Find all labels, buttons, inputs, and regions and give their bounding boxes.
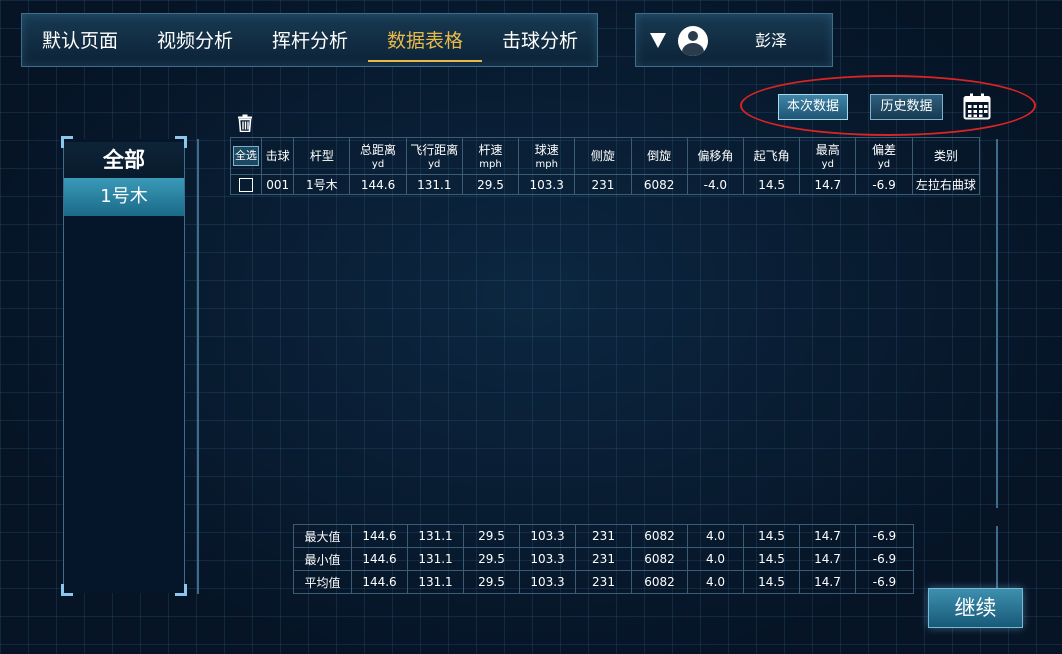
row-select-cell (229, 174, 263, 195)
column-header: 倒旋 (630, 137, 688, 175)
caret-down-icon[interactable] (650, 33, 666, 48)
column-header: 类别 (911, 137, 981, 175)
table-cell: 6082 (631, 570, 688, 594)
table-cell: -6.9 (855, 547, 914, 571)
stats-label: 平均值 (293, 570, 352, 594)
column-header: 偏移角 (686, 137, 744, 175)
table-cell: 4.0 (687, 524, 744, 548)
tab-swing-analysis[interactable]: 挥杆分析 (269, 14, 351, 68)
table-cell: 14.5 (743, 570, 800, 594)
table-cell: 14.7 (799, 547, 856, 571)
table-cell: 131.1 (405, 174, 463, 195)
table-cell: 14.7 (799, 570, 856, 594)
user-avatar-icon (678, 26, 708, 56)
table-cell: 6082 (631, 547, 688, 571)
table-row[interactable]: 001 1号木 144.6 131.1 29.5 103.3 231 6082 … (229, 174, 981, 195)
stats-table: 最大值 144.6 131.1 29.5 103.3 231 6082 4.0 … (293, 524, 914, 594)
table-cell: 6082 (631, 524, 688, 548)
select-all-button[interactable]: 全选 (233, 146, 260, 166)
table-cell: 29.5 (463, 570, 520, 594)
column-header: 杆型 (293, 137, 351, 175)
stats-label: 最小值 (293, 547, 352, 571)
column-header: 偏差 yd (855, 137, 913, 175)
table-cell: 131.1 (407, 524, 464, 548)
table-cell: 14.5 (742, 174, 801, 195)
table-cell: 14.7 (799, 174, 857, 195)
tab-default-page[interactable]: 默认页面 (39, 14, 121, 68)
table-cell: -6.9 (855, 570, 914, 594)
stats-row-max: 最大值 144.6 131.1 29.5 103.3 231 6082 4.0 … (293, 524, 914, 548)
table-cell: 29.5 (463, 524, 520, 548)
table-scrollbar[interactable] (996, 139, 998, 508)
table-cell: 144.6 (351, 524, 408, 548)
column-header: 击球 (261, 137, 295, 175)
column-header: 杆速 mph (461, 137, 520, 175)
table-cell: 103.3 (518, 174, 576, 195)
panel-corner (175, 584, 187, 596)
table-cell: 14.5 (743, 547, 800, 571)
table-cell: 231 (575, 524, 632, 548)
tab-video-analysis[interactable]: 视频分析 (154, 14, 236, 68)
column-header: 飞行距离 yd (405, 137, 463, 175)
table-cell: 131.1 (407, 547, 464, 571)
user-name: 彭泽 (754, 31, 787, 50)
column-header: 总距离 yd (349, 137, 407, 175)
tab-shot-analysis[interactable]: 击球分析 (499, 14, 581, 68)
user-menu[interactable]: 彭泽 (635, 13, 833, 67)
table-cell: 左拉右曲球 (911, 174, 981, 195)
table-cell: 231 (574, 174, 632, 195)
table-header: 全选 击球 杆型 总距离 yd 飞行距离 yd 杆速 mph 球速 mph 侧旋 倒旋 … (229, 137, 981, 175)
tab-data-table[interactable]: 数据表格 (368, 14, 482, 68)
club-category-panel: 全部 1号木 (61, 136, 187, 596)
table-cell: 103.3 (519, 570, 576, 594)
table-cell: 131.1 (407, 570, 464, 594)
table-cell: 144.6 (349, 174, 407, 195)
table-cell: 14.5 (743, 524, 800, 548)
table-cell: 103.3 (519, 547, 576, 571)
table-cell: 14.7 (799, 524, 856, 548)
category-item[interactable]: 1号木 (64, 178, 184, 216)
table-cell: 4.0 (687, 570, 744, 594)
stats-row-average: 平均值 144.6 131.1 29.5 103.3 231 6082 4.0 … (293, 570, 914, 594)
table-cell: 103.3 (519, 524, 576, 548)
table-cell: 231 (575, 547, 632, 571)
table-cell: 144.6 (351, 547, 408, 571)
shot-data-table: 全选 击球 杆型 总距离 yd 飞行距离 yd 杆速 mph 球速 mph 侧旋 倒旋 … (229, 137, 981, 195)
select-all-cell: 全选 (229, 137, 263, 175)
column-header: 侧旋 (574, 137, 632, 175)
table-cell: -6.9 (855, 524, 914, 548)
table-cell: 29.5 (461, 174, 520, 195)
column-header: 球速 mph (518, 137, 576, 175)
table-cell: -4.0 (686, 174, 744, 195)
trash-icon[interactable] (236, 114, 254, 132)
panel-divider (197, 139, 199, 594)
data-mode-highlight (740, 75, 1036, 136)
table-cell: 29.5 (463, 547, 520, 571)
column-header: 最高 yd (799, 137, 857, 175)
category-all[interactable]: 全部 (64, 142, 184, 178)
table-cell: 144.6 (351, 570, 408, 594)
table-cell: 231 (575, 570, 632, 594)
table-cell: 1号木 (293, 174, 351, 195)
stats-row-min: 最小值 144.6 131.1 29.5 103.3 231 6082 4.0 … (293, 547, 914, 571)
panel-corner (61, 584, 73, 596)
stats-scrollbar[interactable] (996, 526, 998, 594)
main-nav: 默认页面 视频分析 挥杆分析 数据表格 击球分析 (21, 13, 598, 67)
row-checkbox[interactable] (239, 177, 254, 192)
continue-button[interactable]: 继续 (928, 588, 1023, 628)
table-cell: 6082 (630, 174, 688, 195)
table-cell: 4.0 (687, 547, 744, 571)
table-cell: 001 (261, 174, 295, 195)
table-cell: -6.9 (855, 174, 913, 195)
column-header: 起飞角 (742, 137, 801, 175)
stats-label: 最大值 (293, 524, 352, 548)
